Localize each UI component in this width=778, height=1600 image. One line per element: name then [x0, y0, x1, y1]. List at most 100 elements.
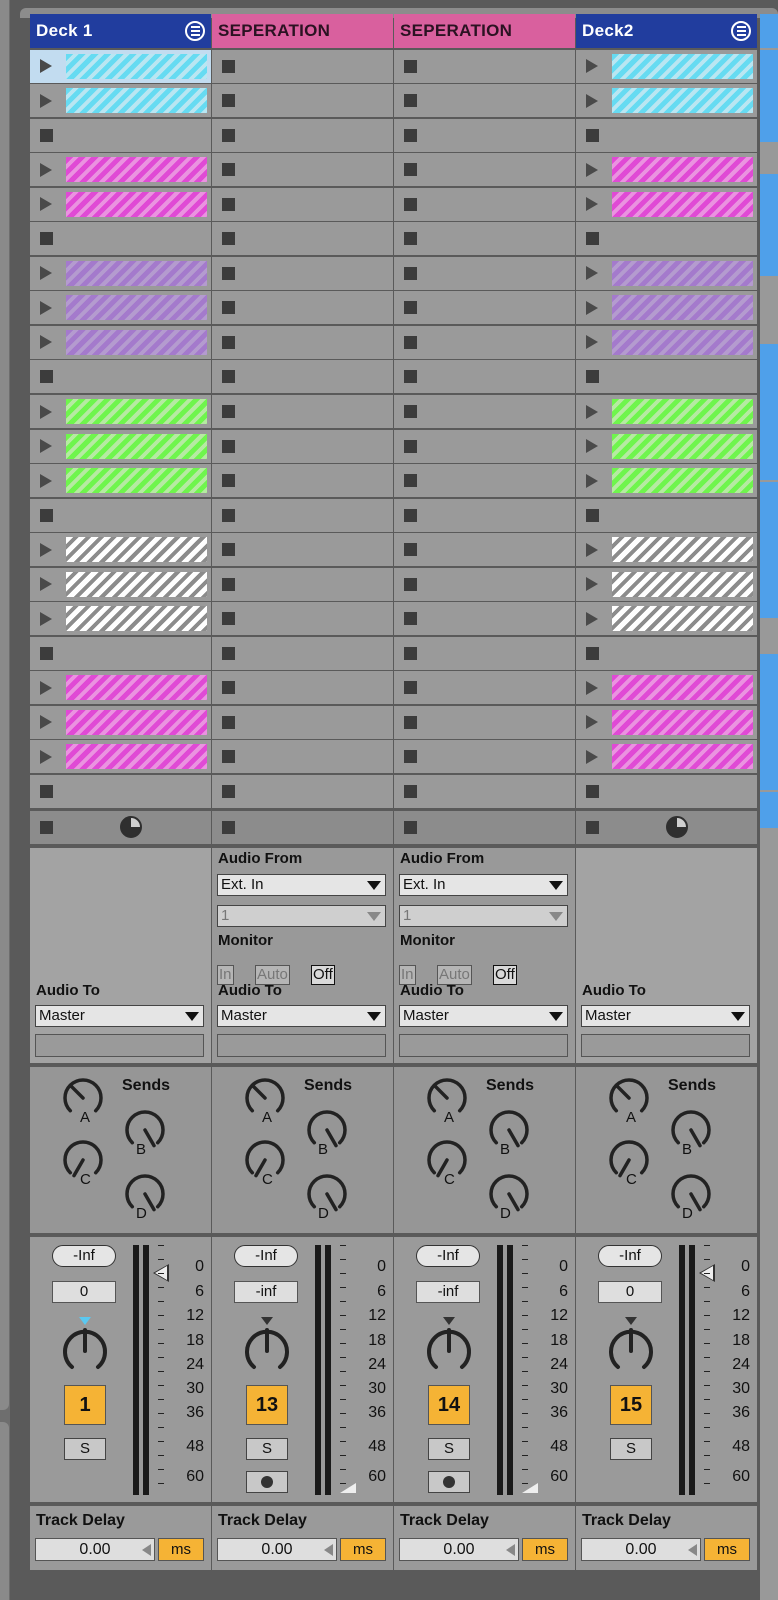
play-icon[interactable] — [40, 577, 52, 592]
clip-magenta[interactable] — [66, 157, 207, 183]
clip-slot-empty[interactable] — [394, 464, 575, 498]
stop-icon[interactable] — [40, 821, 53, 835]
clip-slot[interactable] — [576, 533, 757, 567]
stop-all-row[interactable] — [30, 811, 211, 845]
track-activator-button[interactable]: 1 — [64, 1385, 106, 1426]
stop-icon[interactable] — [222, 474, 235, 488]
pan-display[interactable]: -inf — [234, 1281, 298, 1304]
monitor-off-button[interactable]: Off — [493, 965, 517, 986]
clip-slot-empty[interactable] — [394, 84, 575, 118]
volume-display[interactable]: -Inf — [416, 1245, 480, 1268]
clip-slot[interactable] — [576, 256, 757, 290]
stop-icon[interactable] — [222, 612, 235, 626]
clip-magenta[interactable] — [612, 744, 753, 770]
clip-slot-empty[interactable] — [30, 636, 211, 670]
play-icon[interactable] — [586, 749, 598, 764]
stop-icon[interactable] — [222, 543, 235, 557]
stop-icon[interactable] — [40, 508, 53, 522]
play-icon[interactable] — [40, 335, 52, 350]
clip-slot[interactable] — [30, 84, 211, 118]
clip-slot-empty[interactable] — [394, 187, 575, 221]
send-b-knob[interactable]: B — [122, 1107, 168, 1158]
send-c-knob[interactable]: C — [606, 1137, 652, 1188]
clip-slot-empty[interactable] — [212, 256, 393, 290]
track-delay-unit-button[interactable]: ms — [704, 1538, 750, 1562]
stop-icon[interactable] — [586, 370, 599, 384]
track-menu-icon[interactable] — [731, 21, 751, 41]
stop-icon[interactable] — [222, 750, 235, 764]
clip-slot-empty[interactable] — [212, 360, 393, 394]
clip-slot[interactable] — [30, 291, 211, 325]
volume-display[interactable]: -Inf — [52, 1245, 116, 1268]
clip-slot-empty[interactable] — [212, 498, 393, 532]
clip-purple[interactable] — [66, 260, 207, 286]
clip-slot-empty[interactable] — [394, 395, 575, 429]
play-icon[interactable] — [40, 473, 52, 488]
stop-icon[interactable] — [40, 785, 53, 799]
clip-slot-empty[interactable] — [394, 602, 575, 636]
clip-green[interactable] — [66, 433, 207, 459]
clip-slot-empty[interactable] — [394, 567, 575, 601]
clip-slot-empty[interactable] — [30, 222, 211, 256]
clip-slot-empty[interactable] — [394, 49, 575, 83]
clip-slot-empty[interactable] — [212, 222, 393, 256]
clip-slot-empty[interactable] — [394, 429, 575, 463]
stop-icon[interactable] — [222, 646, 235, 660]
monitor-off-button[interactable]: Off — [311, 965, 335, 986]
solo-button[interactable]: S — [428, 1438, 470, 1461]
play-icon[interactable] — [586, 715, 598, 730]
clip-slot-empty[interactable] — [212, 291, 393, 325]
clip-slot[interactable] — [576, 705, 757, 739]
clip-cyan[interactable] — [66, 88, 207, 114]
clip-slot[interactable] — [30, 740, 211, 774]
clip-cyan[interactable] — [612, 53, 753, 79]
clip-slot[interactable] — [30, 464, 211, 498]
clip-cyan[interactable] — [66, 53, 207, 79]
pan-display[interactable]: 0 — [598, 1281, 662, 1304]
stop-icon[interactable] — [40, 646, 53, 660]
clip-slot-empty[interactable] — [394, 775, 575, 809]
clip-slot[interactable] — [30, 256, 211, 290]
clip-slot[interactable] — [576, 325, 757, 359]
clip-green[interactable] — [66, 399, 207, 425]
play-icon[interactable] — [586, 197, 598, 212]
track-activator-button[interactable]: 13 — [246, 1385, 288, 1426]
stop-icon[interactable] — [222, 232, 235, 246]
stop-icon[interactable] — [404, 405, 417, 419]
solo-button[interactable]: S — [64, 1438, 106, 1461]
play-icon[interactable] — [40, 439, 52, 454]
send-a-knob[interactable]: A — [60, 1075, 106, 1126]
clip-slot-empty[interactable] — [212, 775, 393, 809]
stop-icon[interactable] — [222, 577, 235, 591]
send-c-knob[interactable]: C — [424, 1137, 470, 1188]
clip-slot[interactable] — [30, 187, 211, 221]
stop-icon[interactable] — [404, 681, 417, 695]
clip-green[interactable] — [66, 468, 207, 494]
clip-purple[interactable] — [66, 295, 207, 321]
clip-cyan[interactable] — [612, 88, 753, 114]
clip-magenta[interactable] — [66, 744, 207, 770]
clip-magenta[interactable] — [612, 191, 753, 217]
track-delay-unit-button[interactable]: ms — [158, 1538, 204, 1562]
clip-slot-empty[interactable] — [576, 498, 757, 532]
clip-slot[interactable] — [576, 153, 757, 187]
play-icon[interactable] — [586, 542, 598, 557]
stop-icon[interactable] — [404, 370, 417, 384]
clip-magenta[interactable] — [66, 709, 207, 735]
clip-slot-empty[interactable] — [212, 118, 393, 152]
stop-icon[interactable] — [404, 266, 417, 280]
clip-green[interactable] — [612, 433, 753, 459]
track-delay-value[interactable]: 0.00 — [399, 1538, 519, 1562]
stop-icon[interactable] — [404, 232, 417, 246]
stop-icon[interactable] — [404, 163, 417, 177]
clip-slot-empty[interactable] — [212, 464, 393, 498]
audio-from-channel-dropdown[interactable]: 1 — [399, 905, 568, 928]
stop-icon[interactable] — [586, 785, 599, 799]
send-a-knob[interactable]: A — [242, 1075, 288, 1126]
clip-slot-empty[interactable] — [212, 567, 393, 601]
clip-white[interactable] — [66, 537, 207, 563]
stop-icon[interactable] — [404, 646, 417, 660]
clip-slot-empty[interactable] — [212, 153, 393, 187]
clip-slot-empty[interactable] — [576, 636, 757, 670]
play-icon[interactable] — [40, 680, 52, 695]
